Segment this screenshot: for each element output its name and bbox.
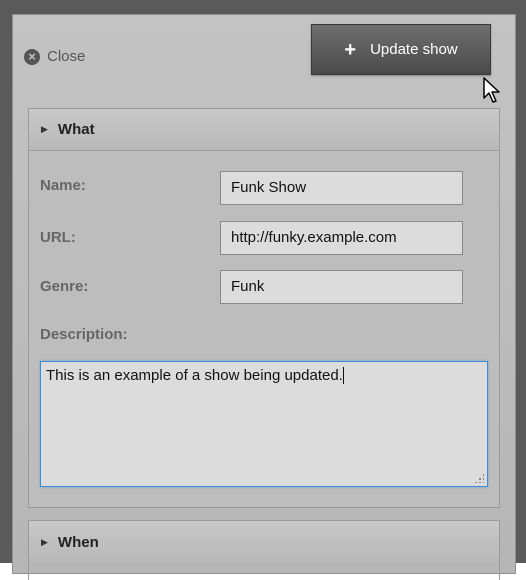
text-caret bbox=[342, 367, 344, 384]
genre-label: Genre: bbox=[40, 278, 89, 295]
url-label: URL: bbox=[40, 229, 76, 246]
name-input[interactable]: Funk Show bbox=[220, 171, 463, 205]
resize-grip-icon[interactable] bbox=[474, 473, 484, 483]
section-when: ▶ When bbox=[28, 520, 500, 580]
close-icon: × bbox=[24, 48, 40, 65]
description-textarea[interactable]: This is an example of a show being updat… bbox=[40, 361, 488, 487]
description-text: This is an example of a show being updat… bbox=[46, 367, 343, 384]
close-label: Close bbox=[47, 48, 86, 65]
triangle-right-icon: ▶ bbox=[41, 536, 48, 547]
genre-input[interactable]: Funk bbox=[220, 270, 463, 304]
section-when-header[interactable]: ▶ When bbox=[29, 521, 499, 563]
mouse-pointer-icon bbox=[483, 77, 500, 103]
section-when-title: When bbox=[57, 533, 99, 551]
description-label: Description: bbox=[40, 326, 128, 343]
update-show-label: Update show bbox=[370, 41, 458, 58]
triangle-right-icon: ▶ bbox=[41, 124, 48, 134]
plus-icon: + bbox=[344, 38, 357, 61]
close-button[interactable]: × Close bbox=[24, 48, 85, 65]
name-label: Name: bbox=[40, 177, 86, 194]
update-show-button[interactable]: + Update show bbox=[311, 24, 491, 75]
section-what-title: What bbox=[57, 121, 95, 138]
section-what-header[interactable]: ▶ What bbox=[29, 109, 499, 151]
url-input[interactable]: http://funky.example.com bbox=[220, 221, 463, 255]
